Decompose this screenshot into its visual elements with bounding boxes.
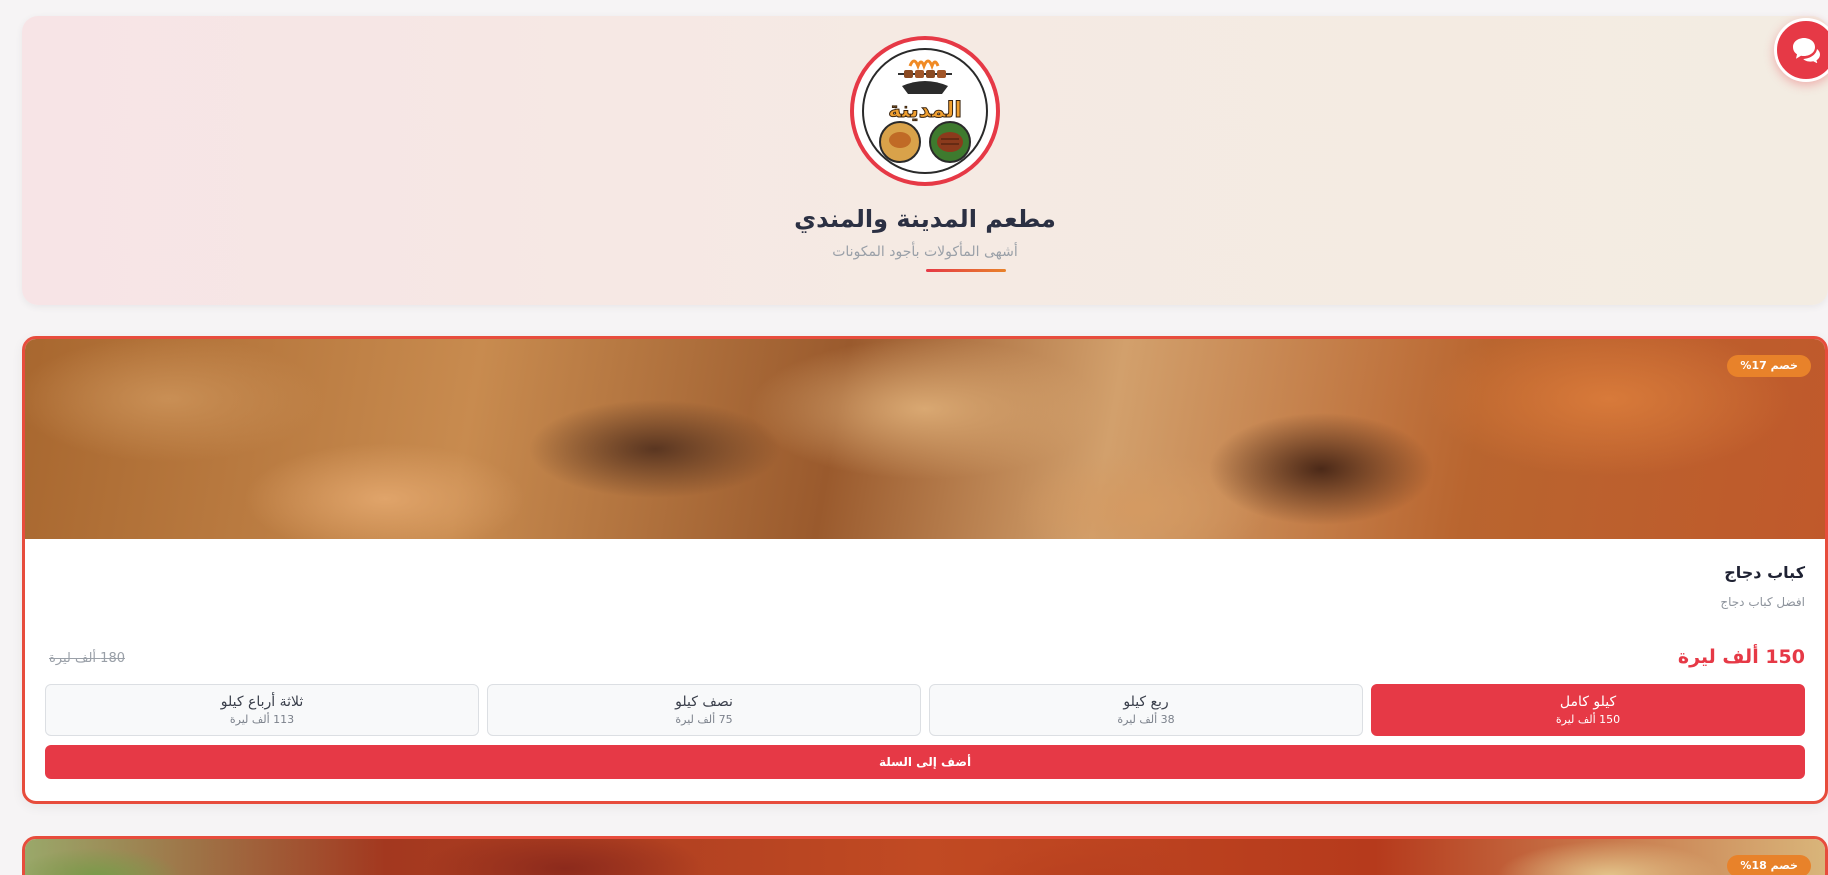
product-image (25, 839, 1825, 875)
option-price: 150 ألف ليرة (1555, 713, 1621, 726)
option-half-kilo[interactable]: نصف كيلو 75 ألف ليرة (487, 684, 921, 736)
discount-badge: خصم 17% (1727, 355, 1811, 377)
option-label: ثلاثة أرباع كيلو (220, 694, 304, 710)
product-image (25, 339, 1825, 539)
size-options: كيلو كامل 150 ألف ليرة ربع كيلو 38 ألف ل… (45, 684, 1805, 736)
title-underline (926, 269, 1006, 272)
option-label: ربع كيلو (1123, 694, 1169, 710)
menu-page: المدينة مطعم المدينة والمندي أشهى المأكو… (0, 0, 1828, 875)
product-name: كباب دجاج (1724, 563, 1805, 582)
discount-badge: خصم 18% (1727, 855, 1811, 875)
option-price: 38 ألف ليرة (1117, 713, 1175, 726)
restaurant-header: المدينة مطعم المدينة والمندي أشهى المأكو… (22, 16, 1828, 305)
svg-text:المدينة: المدينة (888, 98, 962, 123)
option-three-quarter-kilo[interactable]: ثلاثة أرباع كيلو 113 ألف ليرة (45, 684, 479, 736)
product-card: خصم 17% كباب دجاج افضل كباب دجاج 150 ألف… (22, 336, 1828, 804)
chat-bubbles-icon (1793, 38, 1820, 63)
option-full-kilo[interactable]: كيلو كامل 150 ألف ليرة (1371, 684, 1805, 736)
option-label: كيلو كامل (1559, 694, 1617, 710)
option-quarter-kilo[interactable]: ربع كيلو 38 ألف ليرة (929, 684, 1363, 736)
restaurant-subtitle: أشهى المأكولات بأجود المكونات (832, 244, 1018, 260)
option-price: 75 ألف ليرة (675, 713, 733, 726)
current-price: 150 ألف ليرة (1677, 646, 1805, 668)
option-label: نصف كيلو (675, 694, 733, 710)
product-description: افضل كباب دجاج (1720, 595, 1805, 609)
restaurant-logo: المدينة (850, 36, 1000, 186)
product-card: خصم 18% (22, 836, 1828, 875)
add-to-cart-button[interactable]: أضف إلى السلة (45, 745, 1805, 779)
restaurant-title: مطعم المدينة والمندي (794, 205, 1056, 233)
old-price: 180 ألف ليرة (49, 651, 125, 666)
option-price: 113 ألف ليرة (229, 713, 295, 726)
logo-icon: المدينة (862, 48, 988, 174)
